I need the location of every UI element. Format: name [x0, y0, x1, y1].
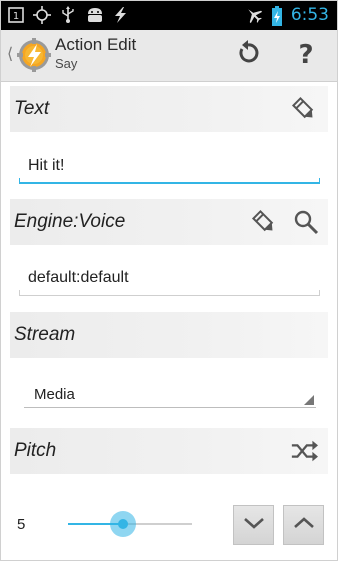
undo-button[interactable] [231, 38, 265, 72]
text-input-value: Hit it! [28, 157, 65, 174]
dropdown-corner-icon [304, 395, 314, 405]
pitch-value: 5 [17, 516, 26, 533]
airplane-icon [245, 6, 263, 24]
status-time: 6:53 [290, 5, 329, 25]
stream-selected-value: Media [34, 386, 75, 403]
battery-charging-icon [271, 6, 283, 26]
pencil-icon[interactable] [250, 208, 278, 236]
text-input-underline [19, 182, 320, 184]
chevron-up-icon [292, 515, 316, 536]
status-bar: 1 6:53 [1, 1, 337, 30]
pitch-section-title: Pitch [14, 440, 57, 461]
help-button[interactable]: ? [289, 38, 323, 72]
action-bar: ⟨ Action Edit Say ? [1, 30, 337, 82]
engine-input-tick-right [319, 290, 320, 296]
engine-input[interactable]: default:default [19, 262, 320, 296]
chevron-left-icon[interactable]: ⟨ [7, 44, 13, 64]
slider-thumb[interactable] [117, 519, 128, 529]
flash-icon [111, 6, 129, 24]
text-input[interactable]: Hit it! [19, 150, 320, 184]
svg-text:1: 1 [13, 11, 19, 22]
text-input-tick-right [319, 178, 320, 184]
text-input-tick-left [19, 178, 20, 184]
pitch-section-header: Pitch [10, 428, 328, 474]
action-bar-subtitle: Say [55, 56, 78, 71]
engine-input-value: default:default [28, 269, 129, 286]
pitch-decrease-button[interactable] [233, 505, 274, 545]
shuffle-icon[interactable] [290, 437, 318, 465]
stream-section-title: Stream [14, 324, 76, 345]
gps-icon [33, 6, 51, 24]
pitch-slider[interactable] [68, 511, 192, 537]
usb-icon [59, 6, 77, 24]
engine-input-tick-left [19, 290, 20, 296]
pitch-increase-button[interactable] [283, 505, 324, 545]
pencil-icon[interactable] [290, 95, 318, 123]
search-icon[interactable] [292, 208, 320, 236]
action-bar-title: Action Edit [55, 35, 137, 54]
engine-section-title: Engine:Voice [14, 211, 126, 232]
engine-input-underline [19, 295, 320, 296]
stream-section-header: Stream [10, 312, 328, 358]
stream-spinner[interactable]: Media [24, 378, 316, 408]
chevron-down-icon [242, 515, 266, 536]
engine-section-header: Engine:Voice [10, 199, 328, 245]
notification-square-icon: 1 [7, 6, 25, 24]
stream-spinner-underline [24, 407, 316, 408]
status-bar-left-icons: 1 [7, 6, 129, 24]
text-section-header: Text [10, 86, 328, 132]
android-icon [85, 6, 103, 24]
undo-icon [235, 39, 261, 71]
text-section-title: Text [14, 98, 50, 119]
help-icon: ? [298, 40, 314, 70]
tasker-logo-icon[interactable] [17, 38, 51, 72]
status-bar-right-icons: 6:53 [245, 5, 329, 26]
